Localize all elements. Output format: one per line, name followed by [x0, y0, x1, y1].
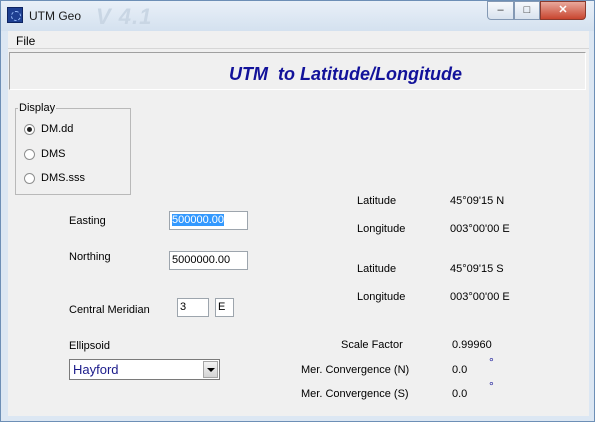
central-meridian-label: Central Meridian	[69, 304, 150, 316]
latitude-s-value: 45°09'15 S	[450, 263, 504, 275]
latitude-n-label: Latitude	[357, 195, 397, 207]
header-panel: UTM to Latitude/Longitude	[9, 52, 586, 90]
version-watermark: V 4.1	[96, 4, 153, 29]
display-legend: Display	[18, 102, 57, 114]
window-title: UTM Geo	[29, 9, 82, 23]
degree-icon: °	[489, 355, 494, 369]
radio-dm-dd[interactable]: DM.dd	[24, 123, 124, 137]
radio-dot-selected[interactable]	[24, 124, 35, 135]
central-meridian-input[interactable]: 3	[177, 298, 209, 317]
chevron-down-icon[interactable]	[203, 361, 218, 378]
northing-input[interactable]: 5000000.00	[169, 251, 248, 270]
longitude-n-value: 003°00'00 E	[450, 223, 510, 235]
ellipsoid-select[interactable]: Hayford	[69, 359, 220, 380]
easting-input[interactable]: 500000.00	[169, 211, 248, 230]
longitude-s-value: 003°00'00 E	[450, 291, 510, 303]
radio-dot[interactable]	[24, 149, 35, 160]
latitude-n-value: 45°09'15 N	[450, 195, 505, 207]
maximize-button[interactable]: □	[514, 1, 540, 20]
scale-factor-label: Scale Factor	[341, 339, 403, 351]
minimize-button[interactable]: –	[487, 1, 514, 20]
mer-convergence-s-label: Mer. Convergence (S)	[301, 388, 409, 400]
ellipsoid-value: Hayford	[73, 362, 119, 377]
scale-factor-value: 0.99960	[452, 339, 492, 351]
client-area: File UTM to Latitude/Longitude Display D…	[8, 31, 589, 416]
degree-icon: °	[489, 379, 494, 393]
menu-file[interactable]: File	[16, 34, 35, 48]
globe-icon[interactable]	[7, 7, 23, 23]
mer-convergence-n-value: 0.0	[452, 364, 468, 376]
display-groupbox: Display DM.dd DMS DMS.sss	[15, 102, 131, 195]
radio-label: DMS.sss	[41, 172, 85, 184]
mer-convergence-n-label: Mer. Convergence (N)	[301, 364, 410, 376]
easting-label: Easting	[69, 215, 106, 227]
page-title: UTM to Latitude/Longitude	[229, 64, 462, 84]
close-button[interactable]: ✕	[540, 1, 586, 20]
radio-label: DMS	[41, 148, 66, 160]
title-bar[interactable]: UTM Geo V 4.1 – □ ✕	[1, 1, 594, 31]
longitude-s-label: Longitude	[357, 291, 406, 303]
radio-label: DM.dd	[41, 123, 74, 135]
northing-label: Northing	[69, 251, 111, 263]
easting-value: 500000.00	[172, 214, 224, 226]
radio-dms[interactable]: DMS	[24, 148, 124, 162]
mer-convergence-s-value: 0.0	[452, 388, 468, 400]
hemisphere-input[interactable]: E	[215, 298, 234, 317]
app-window: UTM Geo V 4.1 – □ ✕ File UTM to Latitude…	[0, 0, 595, 422]
ellipsoid-label: Ellipsoid	[69, 340, 110, 352]
longitude-n-label: Longitude	[357, 223, 406, 235]
radio-dms-sss[interactable]: DMS.sss	[24, 172, 124, 186]
radio-dot[interactable]	[24, 173, 35, 184]
menu-bar: File	[8, 31, 589, 49]
latitude-s-label: Latitude	[357, 263, 397, 275]
